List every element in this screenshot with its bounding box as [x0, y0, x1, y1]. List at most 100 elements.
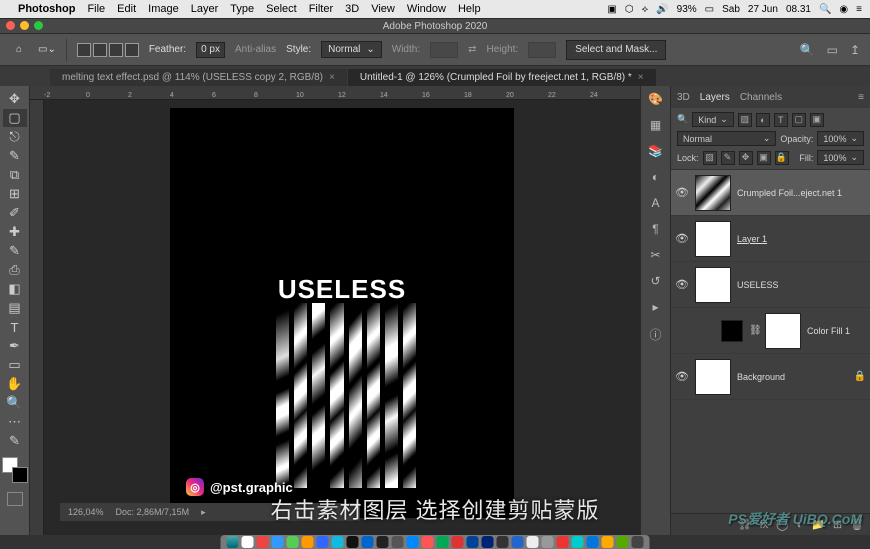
color-swatches[interactable]: [2, 457, 28, 483]
menu-window[interactable]: Window: [407, 3, 446, 15]
notification-icon[interactable]: ≡: [856, 4, 862, 15]
menu-edit[interactable]: Edit: [117, 3, 136, 15]
menu-file[interactable]: File: [87, 3, 105, 15]
ruler-horizontal[interactable]: -2024681012141618202224: [30, 86, 640, 100]
feather-input[interactable]: 0 px: [196, 42, 225, 58]
artboard[interactable]: USELESS ◎ @pst.graphic: [170, 108, 514, 518]
swatches-panel-icon[interactable]: ▦: [650, 118, 661, 132]
eraser-tool-icon[interactable]: ◧: [3, 280, 27, 298]
filter-shape-icon[interactable]: ▢: [792, 113, 806, 127]
lock-all-icon[interactable]: 🔒: [775, 151, 789, 165]
tool-preset-icon[interactable]: ▭⌄: [38, 44, 56, 55]
layer-thumbnail[interactable]: [695, 221, 731, 257]
menu-help[interactable]: Help: [458, 3, 481, 15]
menu-select[interactable]: Select: [266, 3, 297, 15]
layer-name[interactable]: USELESS: [737, 280, 779, 290]
mac-dock[interactable]: [221, 535, 650, 549]
dropbox-icon[interactable]: ⬡: [625, 4, 634, 15]
filter-pixel-icon[interactable]: ▨: [738, 113, 752, 127]
filter-type-icon[interactable]: T: [774, 113, 788, 127]
brushes-panel-icon[interactable]: ✂: [650, 248, 660, 262]
screen-record-icon[interactable]: ▣: [607, 4, 616, 15]
character-panel-icon[interactable]: A: [651, 196, 659, 210]
visibility-icon[interactable]: 👁: [675, 186, 689, 199]
zoom-tool-icon[interactable]: 🔍: [3, 394, 27, 412]
stamp-tool-icon[interactable]: ⎙: [3, 261, 27, 279]
layer-name[interactable]: Color Fill 1: [807, 326, 850, 336]
tab-3d[interactable]: 3D: [677, 92, 690, 103]
menu-view[interactable]: View: [371, 3, 395, 15]
style-select[interactable]: Normal⌄: [321, 41, 382, 58]
more-tools-icon[interactable]: ⋯: [3, 413, 27, 431]
zoom-window-icon[interactable]: [34, 21, 43, 30]
search-icon[interactable]: 🔍: [800, 43, 815, 57]
layer-row[interactable]: 👁 USELESS: [671, 262, 870, 308]
quick-select-tool-icon[interactable]: ✎: [3, 147, 27, 165]
fill-input[interactable]: 100%⌄: [817, 150, 864, 165]
layer-thumbnail[interactable]: [721, 320, 743, 342]
menu-filter[interactable]: Filter: [309, 3, 333, 15]
layer-thumbnail[interactable]: [695, 267, 731, 303]
background-color[interactable]: [12, 467, 28, 483]
battery-icon[interactable]: ▭: [705, 4, 714, 15]
siri-icon[interactable]: ◉: [839, 4, 848, 15]
blend-mode-select[interactable]: Normal⌄: [677, 131, 776, 146]
visibility-icon[interactable]: 👁: [675, 232, 689, 245]
adjustments-panel-icon[interactable]: ◐: [652, 170, 659, 184]
info-panel-icon[interactable]: ⓘ: [649, 326, 661, 343]
doc-size[interactable]: Doc: 2,86M/7,15M: [116, 507, 190, 517]
type-tool-icon[interactable]: T: [3, 318, 27, 336]
layer-row[interactable]: 👁 Layer 1: [671, 216, 870, 262]
color-panel-icon[interactable]: 🎨: [648, 92, 663, 106]
visibility-icon[interactable]: 👁: [675, 370, 689, 383]
lock-trans-icon[interactable]: ▨: [703, 151, 717, 165]
new-selection-icon[interactable]: [77, 43, 91, 57]
brush-tool-icon[interactable]: ✎: [3, 242, 27, 260]
filter-adjust-icon[interactable]: ◐: [756, 113, 770, 127]
layer-row[interactable]: ⛓ Color Fill 1: [671, 308, 870, 354]
subtract-selection-icon[interactable]: [109, 43, 123, 57]
lasso-tool-icon[interactable]: ⎋: [3, 128, 27, 146]
minimize-window-icon[interactable]: [20, 21, 29, 30]
sound-icon[interactable]: 🔊: [656, 4, 668, 15]
history-panel-icon[interactable]: ↺: [650, 274, 660, 288]
pen-tool-icon[interactable]: ✒: [3, 337, 27, 355]
gradient-tool-icon[interactable]: ▤: [3, 299, 27, 317]
eyedropper-tool-icon[interactable]: ✐: [3, 204, 27, 222]
document-tab[interactable]: melting text effect.psd @ 114% (USELESS …: [50, 69, 347, 86]
zoom-level[interactable]: 126,04%: [68, 507, 104, 517]
intersect-selection-icon[interactable]: [125, 43, 139, 57]
crop-tool-icon[interactable]: ⧉: [3, 166, 27, 184]
lock-artboard-icon[interactable]: ▣: [757, 151, 771, 165]
layer-name[interactable]: Layer 1: [737, 234, 767, 244]
visibility-icon[interactable]: 👁: [675, 278, 689, 291]
lock-pos-icon[interactable]: ✥: [739, 151, 753, 165]
ruler-vertical[interactable]: [30, 100, 44, 535]
layer-name[interactable]: Crumpled Foil...eject.net 1: [737, 188, 842, 198]
menu-layer[interactable]: Layer: [191, 3, 219, 15]
layer-mask-thumbnail[interactable]: [765, 313, 801, 349]
close-window-icon[interactable]: [6, 21, 15, 30]
healing-tool-icon[interactable]: ✚: [3, 223, 27, 241]
opacity-input[interactable]: 100%⌄: [817, 131, 864, 146]
select-and-mask-button[interactable]: Select and Mask...: [566, 40, 666, 60]
layer-thumbnail[interactable]: [695, 175, 731, 211]
shape-tool-icon[interactable]: ▭: [3, 356, 27, 374]
layer-thumbnail[interactable]: [695, 359, 731, 395]
tab-channels[interactable]: Channels: [740, 92, 782, 103]
edit-toolbar-icon[interactable]: ✎: [3, 432, 27, 450]
tab-layers[interactable]: Layers: [700, 92, 730, 103]
workspace-icon[interactable]: ▭: [827, 43, 838, 57]
filter-smart-icon[interactable]: ▣: [810, 113, 824, 127]
frame-tool-icon[interactable]: ⊞: [3, 185, 27, 203]
layer-row[interactable]: 👁 Background 🔒: [671, 354, 870, 400]
libraries-panel-icon[interactable]: 📚: [648, 144, 663, 158]
close-tab-icon[interactable]: ×: [329, 72, 335, 83]
mask-link-icon[interactable]: ⛓: [749, 325, 759, 336]
quick-mask-icon[interactable]: [7, 492, 23, 506]
share-icon[interactable]: ↥: [850, 43, 860, 57]
hand-tool-icon[interactable]: ✋: [3, 375, 27, 393]
filter-type-select[interactable]: Kind⌄: [692, 112, 734, 127]
spotlight-icon[interactable]: 🔍: [819, 4, 831, 15]
home-button[interactable]: ⌂: [10, 42, 28, 57]
